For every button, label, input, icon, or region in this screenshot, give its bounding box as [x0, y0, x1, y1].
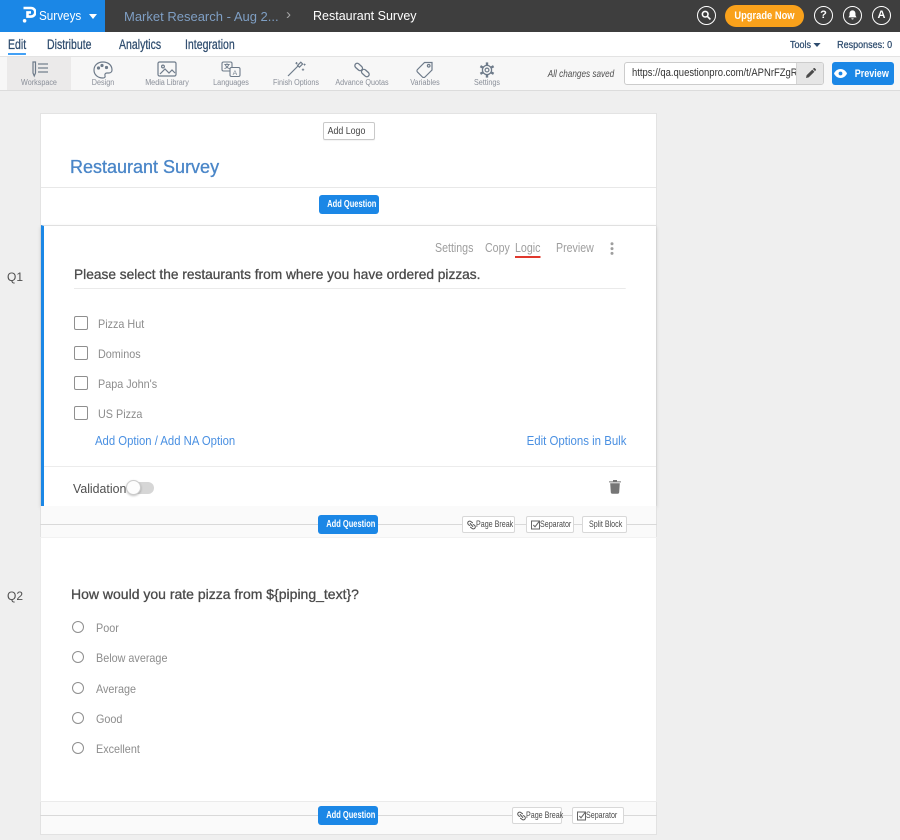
svg-text:A: A	[233, 70, 238, 77]
